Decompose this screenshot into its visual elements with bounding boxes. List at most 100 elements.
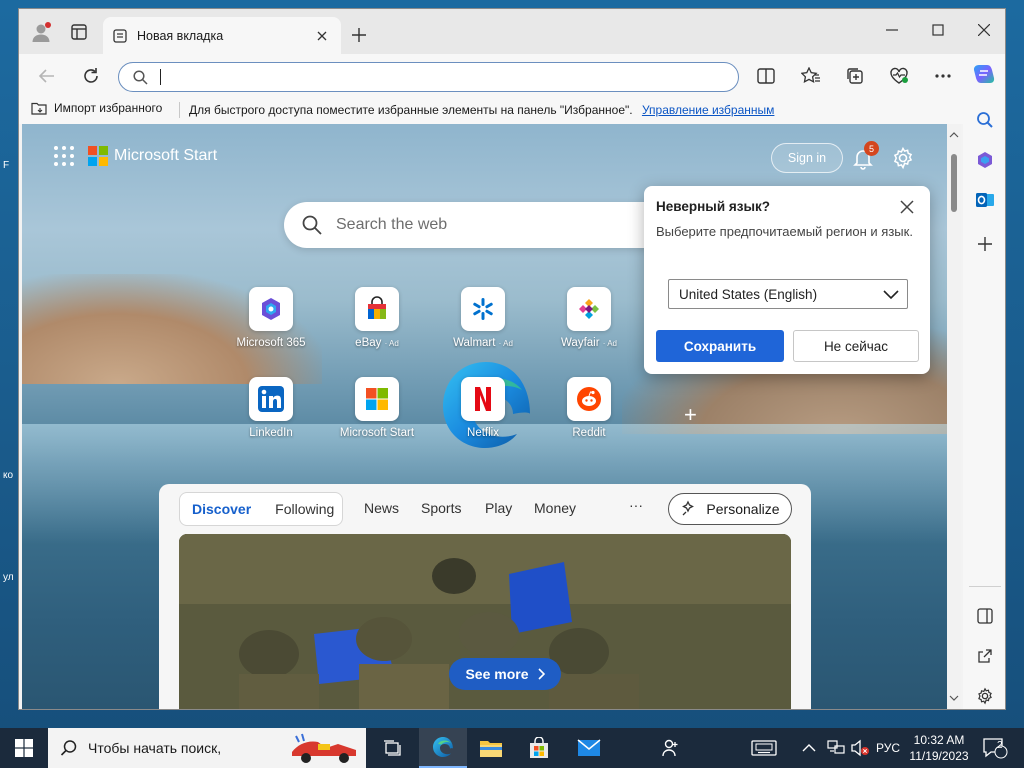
quick-link-reddit[interactable]: Reddit <box>544 377 634 439</box>
copilot-icon[interactable] <box>970 60 998 88</box>
shopping-bag-icon <box>368 296 386 319</box>
sidebar-add-icon[interactable] <box>973 232 997 256</box>
tab-new-tab[interactable]: Новая вкладка <box>103 17 341 54</box>
personalize-button[interactable]: Personalize <box>668 493 792 525</box>
apps-launcher-icon[interactable] <box>54 146 74 166</box>
profile-icon[interactable] <box>27 19 55 45</box>
keyboard-tray-icon[interactable] <box>751 728 777 768</box>
close-window-button[interactable] <box>961 15 1005 45</box>
search-highlight-illustration-icon <box>288 732 362 764</box>
address-bar[interactable] <box>118 62 739 92</box>
tab-news[interactable]: News <box>364 500 399 516</box>
feed-more-button[interactable]: ··· <box>629 497 643 513</box>
walmart-spark-icon <box>473 298 493 320</box>
tile-label: Netflix <box>467 427 499 439</box>
chevron-down-icon <box>883 290 899 300</box>
personalize-icon <box>680 500 698 518</box>
desktop-fragment: ко <box>3 470 14 481</box>
tab-money[interactable]: Money <box>534 500 576 516</box>
browser-window: Новая вкладка Импорт избранного Для быст… <box>18 8 1006 710</box>
tab-sports[interactable]: Sports <box>421 500 461 516</box>
tab-following[interactable]: Following <box>263 501 346 517</box>
microsoft-store-icon[interactable] <box>515 728 563 768</box>
sidebar-settings-gear-icon[interactable] <box>973 684 997 708</box>
quick-link-microsoft-start[interactable]: Microsoft Start <box>332 377 422 439</box>
quick-link-linkedin[interactable]: LinkedIn <box>226 377 316 439</box>
divider <box>969 586 1001 587</box>
quick-link-netflix[interactable]: Netflix <box>438 377 528 439</box>
new-tab-button[interactable] <box>347 23 371 47</box>
folder-icon <box>31 101 47 115</box>
microsoft-logo-icon <box>88 146 108 166</box>
show-hidden-icons-chevron-icon[interactable] <box>802 728 816 768</box>
tile-label: Microsoft Start <box>339 427 415 439</box>
tab-discover[interactable]: Discover <box>180 501 263 517</box>
refresh-button[interactable] <box>77 62 105 90</box>
not-now-button[interactable]: Не сейчас <box>793 330 919 362</box>
favorites-icon[interactable] <box>797 62 825 90</box>
sign-in-button[interactable]: Sign in <box>771 143 843 173</box>
maximize-button[interactable] <box>915 15 961 45</box>
tile-label: eBay · Ad <box>355 337 399 349</box>
tab-close-icon[interactable] <box>313 27 331 45</box>
see-more-button[interactable]: See more <box>449 658 561 690</box>
more-menu-icon[interactable] <box>929 62 957 90</box>
sidebar-panel-icon[interactable] <box>973 604 997 628</box>
collections-icon[interactable] <box>841 62 869 90</box>
favorites-message-text: Для быстрого доступа поместите избранные… <box>189 103 633 117</box>
add-quick-link-button[interactable]: + <box>684 402 697 428</box>
chevron-right-icon <box>537 668 545 680</box>
divider <box>179 102 180 118</box>
region-language-select[interactable]: United States (English) <box>668 279 908 309</box>
start-button[interactable] <box>0 728 48 768</box>
page-settings-gear-icon[interactable] <box>891 146 915 170</box>
feed-toggle: Discover Following <box>179 492 343 526</box>
volume-muted-icon[interactable] <box>850 728 870 768</box>
import-favorites-button[interactable]: Импорт избранного <box>31 101 162 115</box>
browser-essentials-icon[interactable] <box>885 62 913 90</box>
workspaces-icon[interactable] <box>65 19 93 45</box>
people-icon[interactable] <box>647 728 695 768</box>
file-explorer-icon[interactable] <box>467 728 515 768</box>
tile-label: LinkedIn <box>249 427 293 439</box>
page-scrollbar[interactable] <box>947 124 961 709</box>
search-placeholder: Search the web <box>336 216 448 233</box>
save-button[interactable]: Сохранить <box>656 330 784 362</box>
minimize-button[interactable] <box>869 15 915 45</box>
tile-label: Reddit <box>572 427 606 439</box>
tab-title: Новая вкладка <box>137 28 224 43</box>
manage-favorites-link[interactable]: Управление избранным <box>642 103 774 117</box>
text-caret <box>160 69 161 85</box>
sidebar-outlook-icon[interactable] <box>973 188 997 212</box>
web-search-box[interactable]: Search the web <box>284 202 704 248</box>
network-icon[interactable] <box>826 728 846 768</box>
back-button[interactable] <box>33 62 61 90</box>
sidebar-open-external-icon[interactable] <box>973 644 997 668</box>
quick-link-ebay[interactable]: eBay · Ad <box>332 287 422 349</box>
popup-close-icon[interactable] <box>900 200 916 216</box>
tile-icon-box <box>567 287 611 331</box>
split-screen-icon[interactable] <box>752 62 780 90</box>
favorites-bar: Импорт избранного Для быстрого доступа п… <box>19 96 1005 124</box>
scrollbar-thumb[interactable] <box>951 154 957 212</box>
desktop-fragment: ул <box>3 572 14 583</box>
quick-link-wayfair[interactable]: Wayfair · Ad <box>544 287 634 349</box>
sidebar-office-icon[interactable] <box>973 148 997 172</box>
taskbar-search-box[interactable]: Чтобы начать поиск, <box>48 728 366 768</box>
clock-date: 11/19/2023 <box>909 749 969 763</box>
quick-link-walmart[interactable]: Walmart · Ad <box>438 287 528 349</box>
sidebar-search-icon[interactable] <box>973 108 997 132</box>
tab-play[interactable]: Play <box>485 500 512 516</box>
action-center-icon[interactable]: 2 <box>982 728 1008 768</box>
system-clock[interactable]: 10:32 AM 11/19/2023 <box>906 732 972 764</box>
ms-start-logo[interactable]: Microsoft Start <box>88 146 217 166</box>
mail-icon[interactable] <box>565 728 613 768</box>
taskbar-edge-icon[interactable] <box>419 728 467 768</box>
quick-link-microsoft-365[interactable]: Microsoft 365 <box>226 287 316 349</box>
task-view-icon[interactable] <box>369 728 417 768</box>
tile-icon-box <box>567 377 611 421</box>
featured-news-image[interactable]: See more <box>179 534 791 709</box>
tile-label: Wayfair · Ad <box>561 337 617 349</box>
scroll-down-icon <box>949 695 959 701</box>
input-language-indicator[interactable]: РУС <box>876 728 900 768</box>
